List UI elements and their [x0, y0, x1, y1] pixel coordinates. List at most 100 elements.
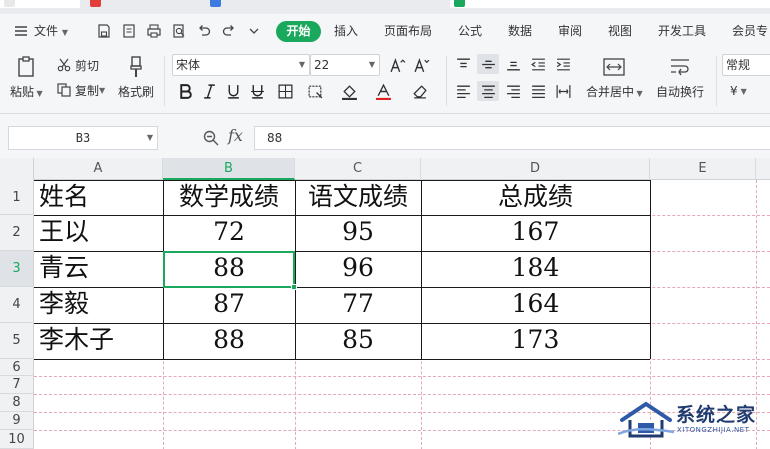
cell-b4[interactable]: 87 — [163, 287, 295, 323]
name-box-value: B3 — [75, 131, 91, 145]
cell-a3[interactable]: 青云 — [34, 251, 163, 287]
zoom-icon[interactable] — [202, 129, 220, 147]
underline-icon[interactable] — [222, 81, 244, 101]
cell-d4[interactable]: 164 — [421, 287, 650, 323]
decrease-indent-icon[interactable] — [527, 54, 549, 74]
copy-button[interactable]: 复制 ▼ — [56, 81, 105, 99]
column-header-d[interactable]: D — [421, 158, 650, 180]
fill-handle[interactable] — [291, 284, 297, 290]
cell-d1[interactable]: 总成绩 — [421, 180, 650, 215]
row-header-2[interactable]: 2 — [0, 215, 34, 251]
tab-page-layout[interactable]: 页面布局 — [384, 14, 432, 48]
column-header-a[interactable]: A — [34, 158, 163, 180]
redo-icon[interactable] — [220, 22, 238, 40]
print-preview-icon[interactable] — [170, 22, 188, 40]
paste-button[interactable]: 粘贴 ▼ — [10, 54, 43, 100]
fill-color-icon[interactable] — [338, 81, 360, 101]
format-painter-button[interactable]: 格式刷 — [118, 54, 154, 100]
hamburger-menu-icon[interactable] — [12, 22, 30, 40]
house-logo-icon — [618, 401, 674, 438]
cell-c4[interactable]: 77 — [295, 287, 421, 323]
currency-format-button[interactable]: ¥ ▼ — [730, 82, 747, 100]
function-icon[interactable]: fx — [228, 126, 243, 145]
save-icon[interactable] — [95, 22, 113, 40]
print-icon[interactable] — [145, 22, 163, 40]
cell-c3[interactable]: 96 — [295, 251, 421, 287]
align-right-icon[interactable] — [502, 81, 524, 101]
clear-format-icon[interactable] — [408, 81, 430, 101]
window-tab[interactable] — [0, 0, 80, 8]
export-pdf-icon[interactable] — [120, 22, 138, 40]
tab-insert[interactable]: 插入 — [334, 14, 358, 48]
row-header-4[interactable]: 4 — [0, 287, 34, 323]
column-header-b[interactable]: B — [163, 158, 295, 180]
window-tab[interactable] — [450, 0, 770, 8]
tab-developer[interactable]: 开发工具 — [658, 14, 706, 48]
merge-center-button[interactable]: 合并居中 ▼ — [586, 54, 643, 100]
distributed-align-icon[interactable] — [552, 81, 574, 101]
cell-d2[interactable]: 167 — [421, 215, 650, 251]
cell-a2[interactable]: 王以 — [34, 215, 163, 251]
increase-font-icon[interactable] — [386, 55, 408, 75]
cell-d5[interactable]: 173 — [421, 323, 650, 359]
row-header-9[interactable]: 9 — [0, 412, 34, 430]
table-border — [34, 359, 650, 360]
copy-icon — [57, 83, 71, 97]
chevron-down-icon[interactable] — [245, 22, 263, 40]
tab-formulas[interactable]: 公式 — [458, 14, 482, 48]
row-header-6[interactable]: 6 — [0, 359, 34, 376]
align-middle-icon[interactable] — [477, 54, 499, 74]
cell-c1[interactable]: 语文成绩 — [295, 180, 421, 215]
align-left-icon[interactable] — [452, 81, 474, 101]
font-color-icon[interactable] — [372, 81, 394, 101]
tab-data[interactable]: 数据 — [508, 14, 532, 48]
font-size-select[interactable]: 22 ▼ — [310, 54, 380, 76]
row-header-5[interactable]: 5 — [0, 323, 34, 359]
cell-a1[interactable]: 姓名 — [34, 180, 163, 215]
select-all-corner[interactable] — [0, 158, 34, 180]
formula-input[interactable]: 88 — [254, 126, 770, 150]
cell-c5[interactable]: 85 — [295, 323, 421, 359]
increase-indent-icon[interactable] — [552, 54, 574, 74]
cell-b2[interactable]: 72 — [163, 215, 295, 251]
row-header-10[interactable]: 10 — [0, 430, 34, 449]
cell-a5[interactable]: 李木子 — [34, 323, 163, 359]
column-header-c[interactable]: C — [295, 158, 421, 180]
strikethrough-icon[interactable] — [246, 81, 268, 101]
bold-icon[interactable] — [174, 81, 196, 101]
decrease-font-icon[interactable] — [410, 55, 432, 75]
row-header-1[interactable]: 1 — [0, 180, 34, 215]
file-menu[interactable]: 文件 ▼ — [34, 14, 68, 48]
tab-home[interactable]: 开始 — [276, 21, 321, 42]
tab-membership[interactable]: 会员专 — [732, 14, 768, 48]
window-tab[interactable] — [86, 0, 196, 8]
watermark-title: 系统之家 — [676, 404, 757, 426]
borders-icon[interactable] — [274, 81, 296, 101]
cell-a4[interactable]: 李毅 — [34, 287, 163, 323]
align-center-icon[interactable] — [477, 81, 499, 101]
name-box[interactable]: B3 ▼ — [8, 126, 158, 150]
cell-style-icon[interactable] — [304, 81, 326, 101]
column-header-e[interactable]: E — [650, 158, 756, 180]
merge-center-label: 合并居中 — [586, 85, 635, 99]
cell-b5[interactable]: 88 — [163, 323, 295, 359]
format-painter-label: 格式刷 — [118, 85, 155, 99]
tab-view[interactable]: 视图 — [608, 14, 632, 48]
row-header-8[interactable]: 8 — [0, 394, 34, 412]
align-top-icon[interactable] — [452, 54, 474, 74]
window-tab[interactable] — [206, 0, 436, 8]
cell-c2[interactable]: 95 — [295, 215, 421, 251]
align-bottom-icon[interactable] — [502, 54, 524, 74]
cell-d3[interactable]: 184 — [421, 251, 650, 287]
italic-icon[interactable] — [198, 81, 220, 101]
number-format-select[interactable]: 常规 — [722, 54, 770, 76]
cut-button[interactable]: 剪切 — [56, 56, 99, 74]
undo-icon[interactable] — [195, 22, 213, 40]
wrap-text-button[interactable]: 自动换行 — [656, 54, 704, 100]
tab-review[interactable]: 审阅 — [558, 14, 582, 48]
row-header-3[interactable]: 3 — [0, 251, 34, 287]
cell-b1[interactable]: 数学成绩 — [163, 180, 295, 215]
row-header-7[interactable]: 7 — [0, 376, 34, 394]
justify-icon[interactable] — [527, 81, 549, 101]
font-name-select[interactable]: 宋体 ▼ — [172, 54, 310, 76]
